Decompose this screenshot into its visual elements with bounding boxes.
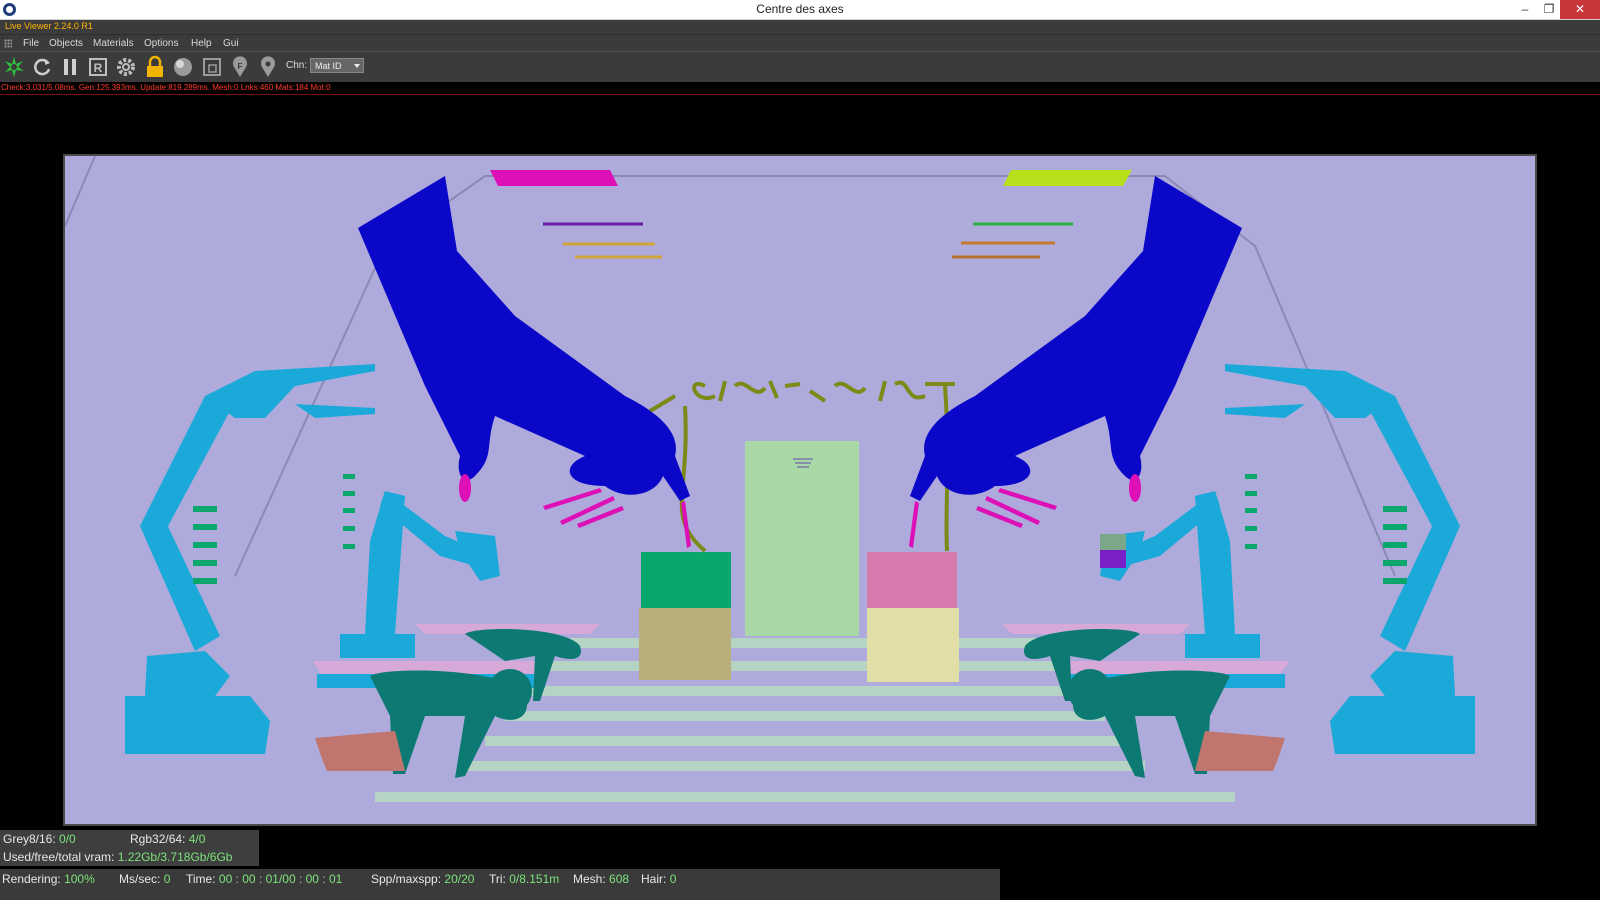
- menu-options[interactable]: Options: [144, 38, 178, 49]
- pause-icon[interactable]: [58, 55, 82, 79]
- grey-info: Grey8/16: 0/0: [3, 832, 76, 846]
- door: [745, 441, 859, 636]
- refresh-icon[interactable]: [30, 55, 54, 79]
- ms-label: Ms/sec:: [119, 872, 161, 886]
- render-stats-bar: Rendering: 100% Ms/sec: 0 Time: 00 : 00 …: [0, 869, 1000, 900]
- ms-stat: Ms/sec: 0: [119, 872, 170, 886]
- channel-select[interactable]: Mat ID: [310, 58, 364, 73]
- rgb-info: Rgb32/64: 4/0: [130, 832, 205, 846]
- spp-value: 20/20: [444, 872, 475, 886]
- pin-icon[interactable]: [256, 55, 280, 79]
- render-viewport[interactable]: [63, 154, 1537, 826]
- pin-f-icon[interactable]: F: [228, 55, 252, 79]
- tri-label: Tri:: [489, 872, 506, 886]
- menu-gui[interactable]: Gui: [223, 38, 239, 49]
- close-button[interactable]: ✕: [1560, 0, 1600, 19]
- vram-info: Used/free/total vram: 1.22Gb/3.718Gb/6Gb: [3, 850, 232, 864]
- sphere-icon[interactable]: [171, 55, 195, 79]
- vram-value: 1.22Gb/3.718Gb/6Gb: [117, 850, 233, 864]
- buffer-info-panel: Grey8/16: 0/0 Rgb32/64: 4/0 Used/free/to…: [0, 830, 259, 866]
- rendering-label: Rendering:: [2, 872, 61, 886]
- rendering-value: 100%: [64, 872, 95, 886]
- channel-select-value: Mat ID: [315, 61, 342, 71]
- channel-label: Chn:: [286, 60, 308, 71]
- held-box-bottom: [1100, 550, 1126, 568]
- svg-text:R: R: [94, 61, 103, 75]
- tri-stat: Tri: 0/8.151m: [489, 872, 559, 886]
- chevron-down-icon: [354, 64, 360, 68]
- svg-text:F: F: [238, 62, 243, 71]
- restore-button[interactable]: ❐: [1537, 0, 1561, 19]
- hair-label: Hair:: [641, 872, 667, 886]
- gear-icon[interactable]: [114, 55, 138, 79]
- spark-icon[interactable]: [2, 55, 26, 79]
- menu-materials[interactable]: Materials: [93, 38, 134, 49]
- spp-stat: Spp/maxspp: 20/20: [371, 872, 474, 886]
- render-image: [65, 156, 1535, 824]
- held-box-top: [1100, 534, 1126, 550]
- lock-icon[interactable]: [143, 55, 167, 79]
- menu-bar: File Objects Materials Options Help Gui: [0, 34, 1600, 52]
- render-status-line: Check:3.031/5.08ms. Gen:125.393ms. Updat…: [0, 82, 1600, 95]
- figure-left-legs: [315, 731, 405, 771]
- toolbar: R F Chn: Mat ID: [0, 51, 1600, 82]
- time-stat: Time: 00 : 00 : 01/00 : 00 : 01: [186, 872, 342, 886]
- minimize-button[interactable]: –: [1513, 0, 1537, 19]
- app-header: Live Viewer 2.24.0 R1: [0, 20, 1600, 34]
- window-title: Centre des axes: [756, 2, 844, 16]
- cake-base-left: [639, 608, 731, 680]
- rgb-label: Rgb32/64:: [130, 832, 186, 846]
- vram-label: Used/free/total vram:: [3, 850, 115, 864]
- rgb-value: 4/0: [188, 832, 206, 846]
- menu-objects[interactable]: Objects: [49, 38, 83, 49]
- mesh-stat: Mesh: 608: [573, 872, 629, 886]
- mesh-value: 608: [609, 872, 630, 886]
- mesh-label: Mesh:: [573, 872, 606, 886]
- render-status-text: Check:3.031/5.08ms. Gen:125.393ms. Updat…: [1, 83, 331, 92]
- grey-value: 0/0: [59, 832, 76, 846]
- ms-value: 0: [163, 872, 171, 886]
- time-value: 00 : 00 : 01/00 : 00 : 01: [218, 872, 343, 886]
- figure-right-legs: [1195, 731, 1285, 771]
- hair-stat: Hair: 0: [641, 872, 676, 886]
- tri-value: 0/8.151m: [509, 872, 560, 886]
- frame-icon[interactable]: [200, 55, 224, 79]
- grey-label: Grey8/16:: [3, 832, 56, 846]
- neon-bar-lime: [1003, 170, 1132, 186]
- grip-icon[interactable]: [4, 39, 12, 48]
- hair-value: 0: [669, 872, 677, 886]
- cake-top-pink: [867, 552, 957, 608]
- menu-file[interactable]: File: [23, 38, 39, 49]
- menu-help[interactable]: Help: [191, 38, 212, 49]
- spp-label: Spp/maxspp:: [371, 872, 442, 886]
- window-titlebar: Centre des axes – ❐ ✕: [0, 0, 1600, 20]
- neon-bar-magenta: [490, 170, 618, 186]
- r-icon[interactable]: R: [86, 55, 110, 79]
- time-label: Time:: [186, 872, 216, 886]
- cake-base-right: [867, 608, 959, 682]
- cake-top-green: [641, 552, 731, 608]
- app-name: Live Viewer 2.24.0 R1: [5, 21, 93, 31]
- rendering-stat: Rendering: 100%: [2, 872, 95, 886]
